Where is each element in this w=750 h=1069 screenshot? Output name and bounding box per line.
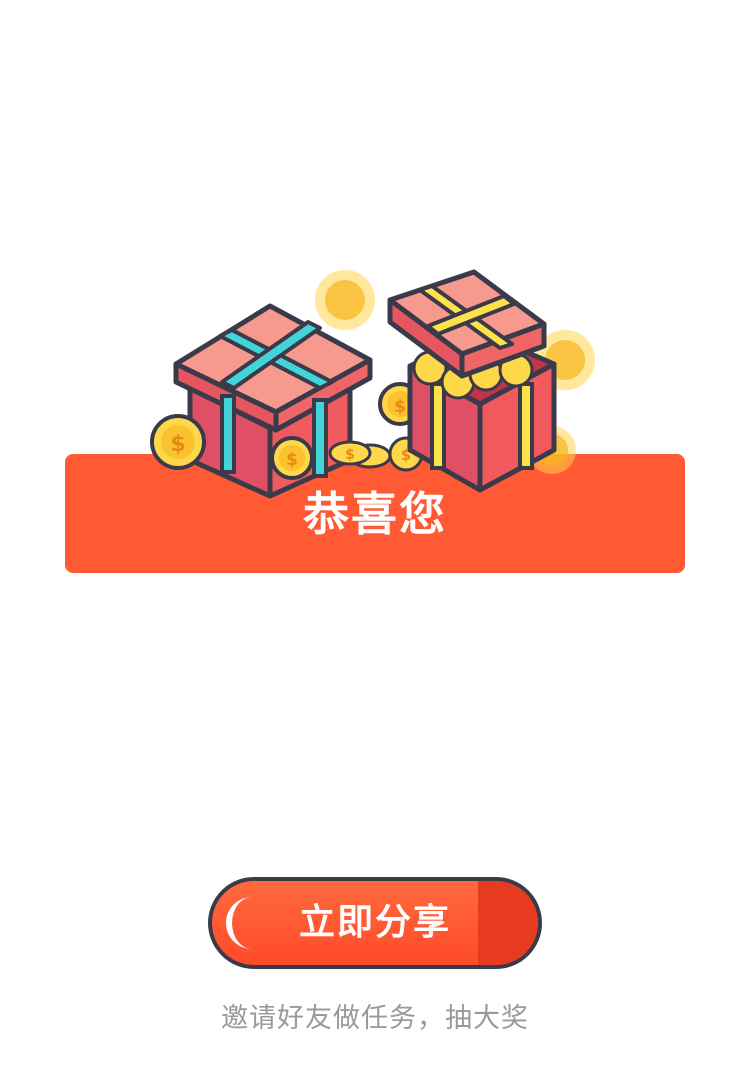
gift-illustration: $ $ $ $ $: [150, 269, 595, 499]
gold-coin-icon: $: [328, 440, 392, 469]
gold-coin-icon: $: [150, 414, 206, 470]
svg-text:$: $: [170, 432, 185, 457]
congrats-title: 恭喜您: [303, 487, 447, 541]
invite-caption: 邀请好友做任务，抽大奖: [221, 1003, 529, 1034]
share-now-button[interactable]: 立即分享: [208, 877, 542, 969]
gold-coin-icon: $: [270, 436, 314, 480]
share-now-label: 立即分享: [298, 902, 451, 943]
svg-text:$: $: [286, 450, 298, 470]
gold-coin-icon: [315, 270, 375, 330]
svg-text:$: $: [345, 447, 355, 463]
svg-text:$: $: [394, 397, 406, 417]
